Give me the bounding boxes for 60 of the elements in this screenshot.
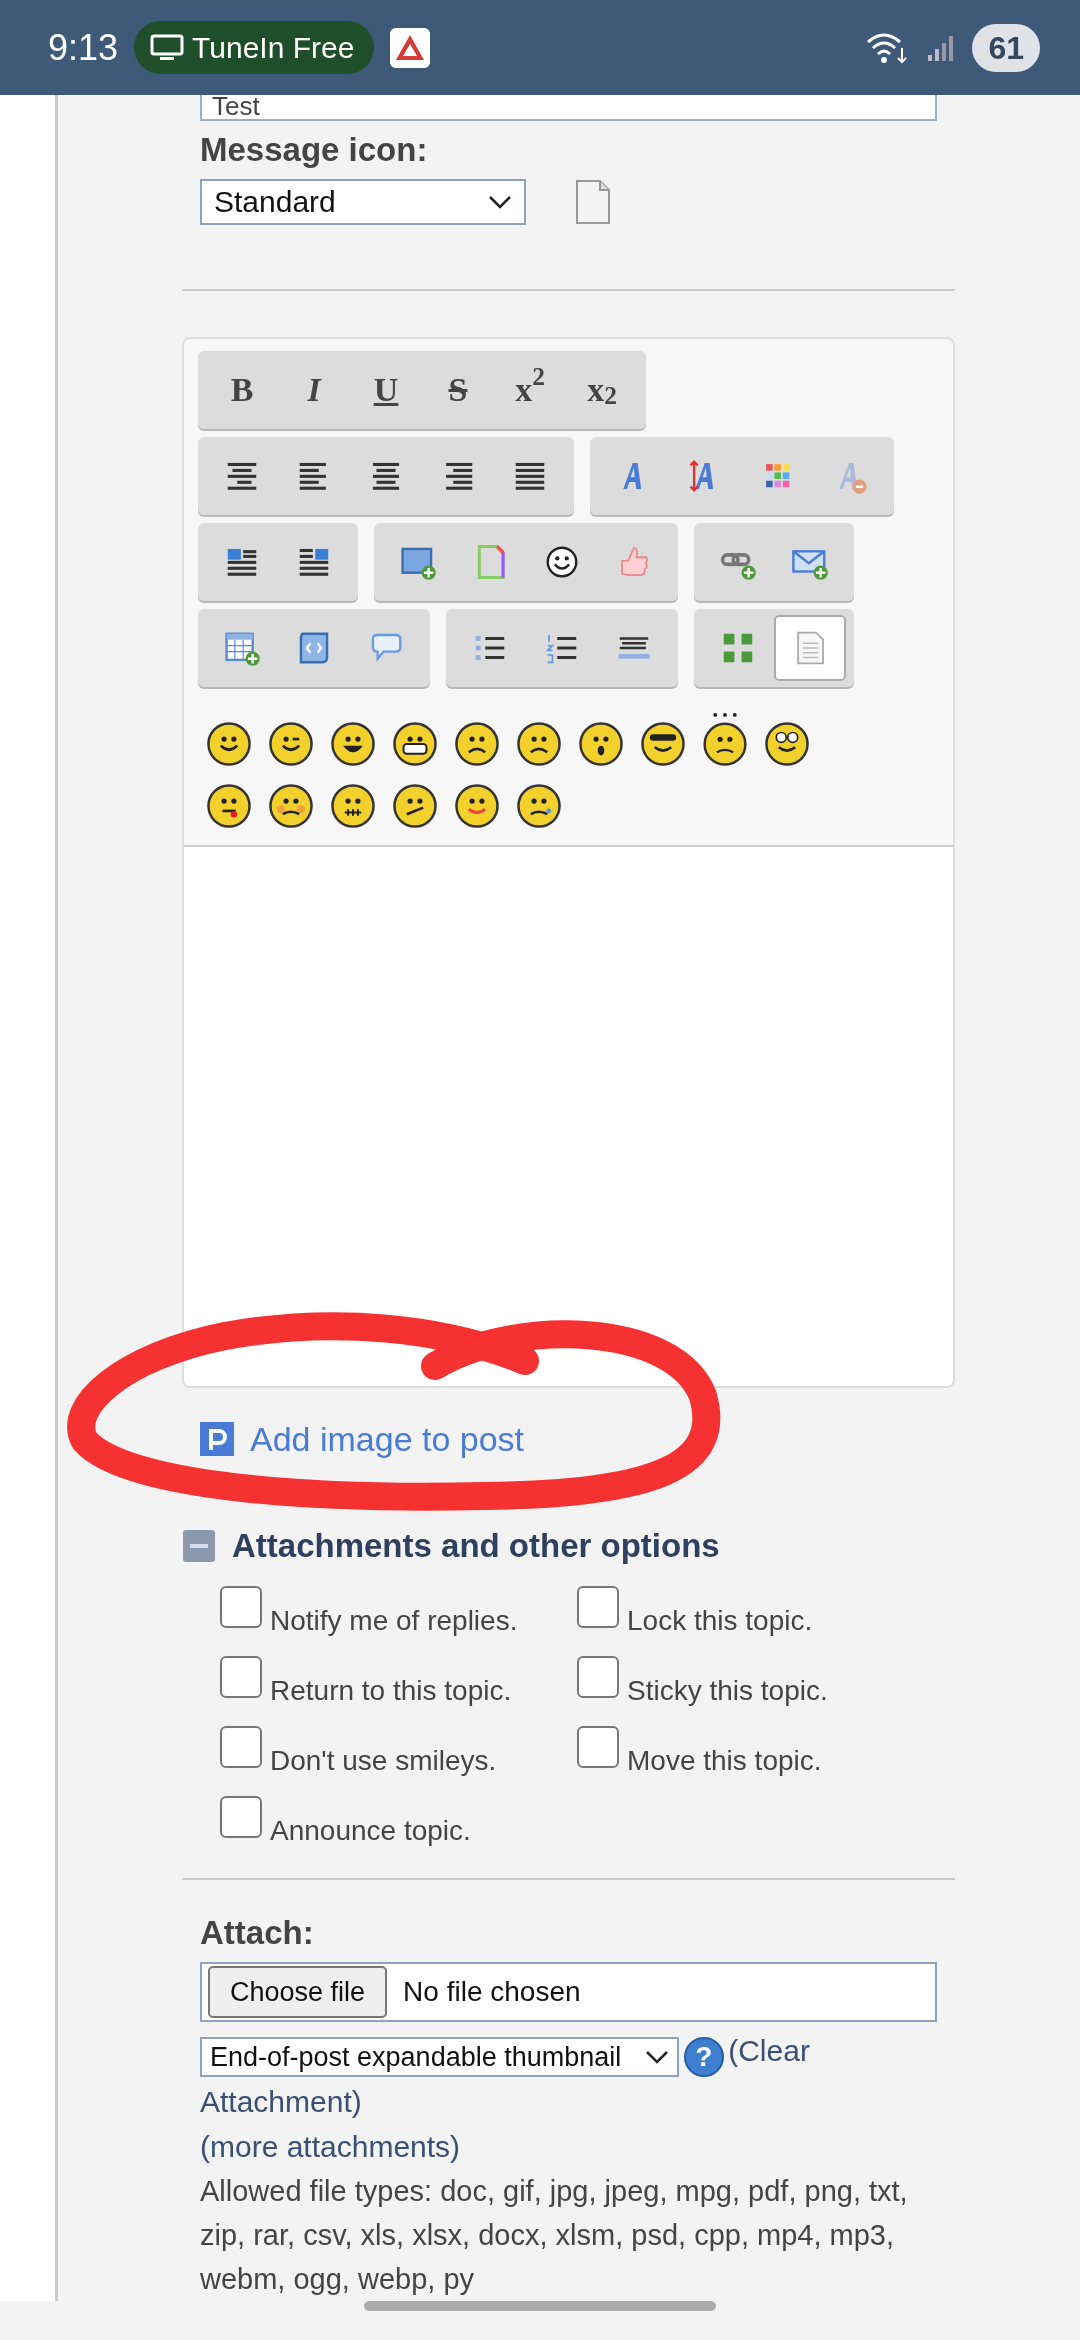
underline-button[interactable]: U — [350, 356, 422, 423]
add-image-link[interactable]: Add image to post — [250, 1413, 525, 1465]
checkbox-label: Don't use smileys. — [270, 1744, 497, 1779]
checkbox-label: Announce topic. — [270, 1814, 471, 1849]
smiley-icon[interactable] — [454, 720, 500, 767]
subject-field[interactable]: Test — [200, 95, 937, 122]
smiley-icon[interactable] — [330, 782, 376, 829]
clear-attachment-link[interactable]: Attachment) — [200, 2084, 362, 2118]
smiley-icon[interactable] — [206, 782, 252, 829]
media-chip[interactable]: TuneIn Free — [134, 21, 375, 75]
checkbox[interactable] — [577, 1726, 619, 1769]
document-icon — [574, 178, 612, 225]
subscript-button[interactable]: x$_{2}$ — [566, 356, 638, 423]
checkbox-label: Sticky this topic. — [627, 1674, 828, 1709]
message-icon-select[interactable]: Standard — [200, 178, 526, 225]
battery-level: 61 — [972, 23, 1040, 72]
smiley-icon[interactable] — [268, 782, 314, 829]
clock-text: 9:13 — [48, 25, 119, 70]
smiley-icon[interactable] — [330, 720, 376, 767]
allowed-types-text: Allowed file types: doc, gif, jpg, jpeg, mpg, pdf, png, txt, zip, rar, csv, xls, xlsx, docx, xlsm, psd, cpp, mp4, mp3, webm, ogg, webp, py — [200, 2173, 909, 2297]
smiley-icon[interactable] — [392, 720, 438, 767]
chevron-icon — [488, 194, 512, 209]
file-input[interactable]: Choose file No file chosen — [200, 1961, 937, 2022]
monitor-icon — [150, 33, 185, 62]
smiley-icon[interactable] — [454, 782, 500, 829]
file-status-text: No file chosen — [403, 1974, 581, 2009]
smiley-icon[interactable] — [268, 720, 314, 767]
smiley-icon[interactable] — [516, 720, 562, 767]
checkbox[interactable] — [577, 1656, 619, 1699]
smiley-icon[interactable] — [392, 782, 438, 829]
checkbox-label: Move this topic. — [627, 1744, 822, 1779]
checkbox-label: Notify me of replies. — [270, 1604, 518, 1639]
smiley-icon[interactable] — [764, 720, 810, 767]
field-label: Attach: — [200, 1914, 314, 1952]
section-title: Attachments and other options — [232, 1525, 720, 1566]
bold-button[interactable]: B — [206, 356, 278, 423]
checkbox-label: Return to this topic. — [270, 1674, 512, 1709]
smiley-icon[interactable] — [640, 720, 686, 767]
strike-button[interactable]: S — [422, 356, 494, 423]
smiley-icon[interactable] — [516, 782, 562, 829]
smiley-icon[interactable] — [206, 720, 252, 767]
smiley-icon[interactable] — [578, 720, 624, 767]
collapse-icon[interactable] — [182, 1528, 216, 1563]
checkbox-label: Lock this topic. — [627, 1604, 813, 1639]
message-textarea[interactable] — [184, 844, 953, 1386]
italic-button[interactable]: I — [278, 356, 350, 423]
checkbox[interactable] — [220, 1656, 262, 1699]
clear-attachment-link[interactable]: (Clear — [728, 2033, 810, 2067]
checkbox[interactable] — [220, 1796, 262, 1839]
checkbox[interactable] — [577, 1586, 619, 1629]
more-attachments-link[interactable]: (more attachments) — [200, 2129, 461, 2163]
checkbox[interactable] — [220, 1726, 262, 1769]
choose-file-button[interactable]: Choose file — [208, 1965, 388, 2019]
app-icon — [390, 27, 431, 68]
field-label: Message icon: — [200, 131, 428, 169]
display-mode-select[interactable]: End-of-post expandable thumbnail — [200, 2036, 680, 2077]
checkbox[interactable] — [220, 1586, 262, 1629]
help-icon[interactable]: ? — [683, 2036, 724, 2077]
superscript-button[interactable]: x$^{2}$ — [494, 356, 566, 423]
chevron-icon — [645, 2049, 670, 2064]
